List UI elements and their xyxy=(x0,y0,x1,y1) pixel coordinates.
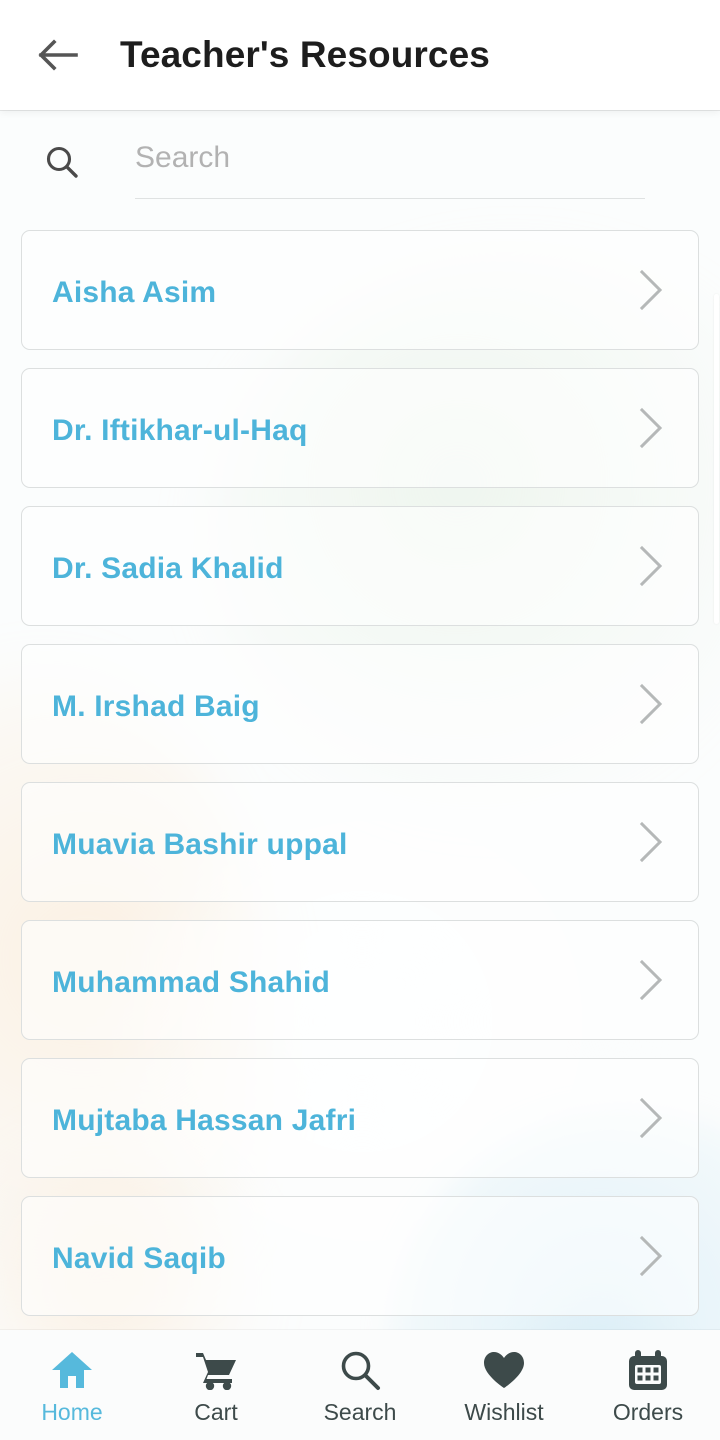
nav-item-search[interactable]: Search xyxy=(288,1330,432,1440)
back-button[interactable] xyxy=(20,17,96,93)
chevron-right-icon[interactable] xyxy=(636,1096,666,1140)
teacher-name: Navid Saqib xyxy=(52,1242,226,1275)
nav-label: Search xyxy=(323,1398,397,1425)
heart-icon xyxy=(482,1347,526,1393)
chevron-right-icon[interactable] xyxy=(636,268,666,312)
teacher-list-item[interactable]: M. Irshad Baig xyxy=(21,644,699,764)
arrow-left-icon xyxy=(38,38,78,72)
cart-icon xyxy=(194,1347,238,1393)
teacher-list-item[interactable]: Dr. Sadia Khalid xyxy=(21,506,699,626)
bottom-navigation: Home Cart Search Wishlist Orders xyxy=(0,1330,720,1440)
search-input[interactable] xyxy=(135,140,645,183)
nav-label: Home xyxy=(41,1398,103,1425)
page-title: Teacher's Resources xyxy=(120,34,490,75)
chevron-right-icon[interactable] xyxy=(636,820,666,864)
nav-item-wishlist[interactable]: Wishlist xyxy=(432,1330,576,1440)
app-root: Teacher's Resources Aisha Asim Dr. Iftikh… xyxy=(0,0,720,1440)
teacher-list-item[interactable]: Dr. Iftikhar-ul-Haq xyxy=(21,368,699,488)
teacher-name: Muavia Bashir uppal xyxy=(52,828,348,861)
chevron-right-icon[interactable] xyxy=(636,544,666,588)
scrollbar-thumb[interactable] xyxy=(714,294,719,624)
teacher-list-item[interactable]: Mujtaba Hassan Jafri xyxy=(21,1058,699,1178)
app-bar: Teacher's Resources xyxy=(0,0,720,110)
chevron-right-icon[interactable] xyxy=(636,406,666,450)
nav-item-orders[interactable]: Orders xyxy=(576,1330,720,1440)
teacher-list-item[interactable]: Navid Saqib xyxy=(21,1196,699,1316)
chevron-right-icon[interactable] xyxy=(636,958,666,1002)
teacher-name: Dr. Iftikhar-ul-Haq xyxy=(52,414,308,447)
teacher-list-item[interactable]: Muavia Bashir uppal xyxy=(21,782,699,902)
teacher-list-item[interactable]: Aisha Asim xyxy=(21,230,699,350)
teacher-name: M. Irshad Baig xyxy=(52,690,260,723)
teacher-list-item[interactable]: Muhammad Shahid xyxy=(21,920,699,1040)
nav-item-cart[interactable]: Cart xyxy=(144,1330,288,1440)
scrollbar-track[interactable] xyxy=(713,214,720,1330)
teacher-name: Muhammad Shahid xyxy=(52,966,331,999)
home-icon xyxy=(50,1347,94,1393)
search-bar xyxy=(0,110,720,214)
chevron-right-icon[interactable] xyxy=(636,1234,666,1278)
calendar-icon xyxy=(627,1347,669,1393)
teacher-name: Aisha Asim xyxy=(52,276,217,309)
nav-item-home[interactable]: Home xyxy=(0,1330,144,1440)
search-field[interactable] xyxy=(135,125,645,199)
teacher-name: Mujtaba Hassan Jafri xyxy=(52,1104,357,1137)
search-icon[interactable] xyxy=(42,142,82,182)
nav-label: Cart xyxy=(194,1398,238,1425)
search-icon xyxy=(338,1347,382,1393)
teacher-list[interactable]: Aisha Asim Dr. Iftikhar-ul-Haq Dr. Sadia K… xyxy=(0,214,720,1330)
nav-label: Orders xyxy=(612,1398,684,1425)
chevron-right-icon[interactable] xyxy=(636,682,666,726)
nav-label: Wishlist xyxy=(464,1398,544,1425)
teacher-name: Dr. Sadia Khalid xyxy=(52,552,284,585)
